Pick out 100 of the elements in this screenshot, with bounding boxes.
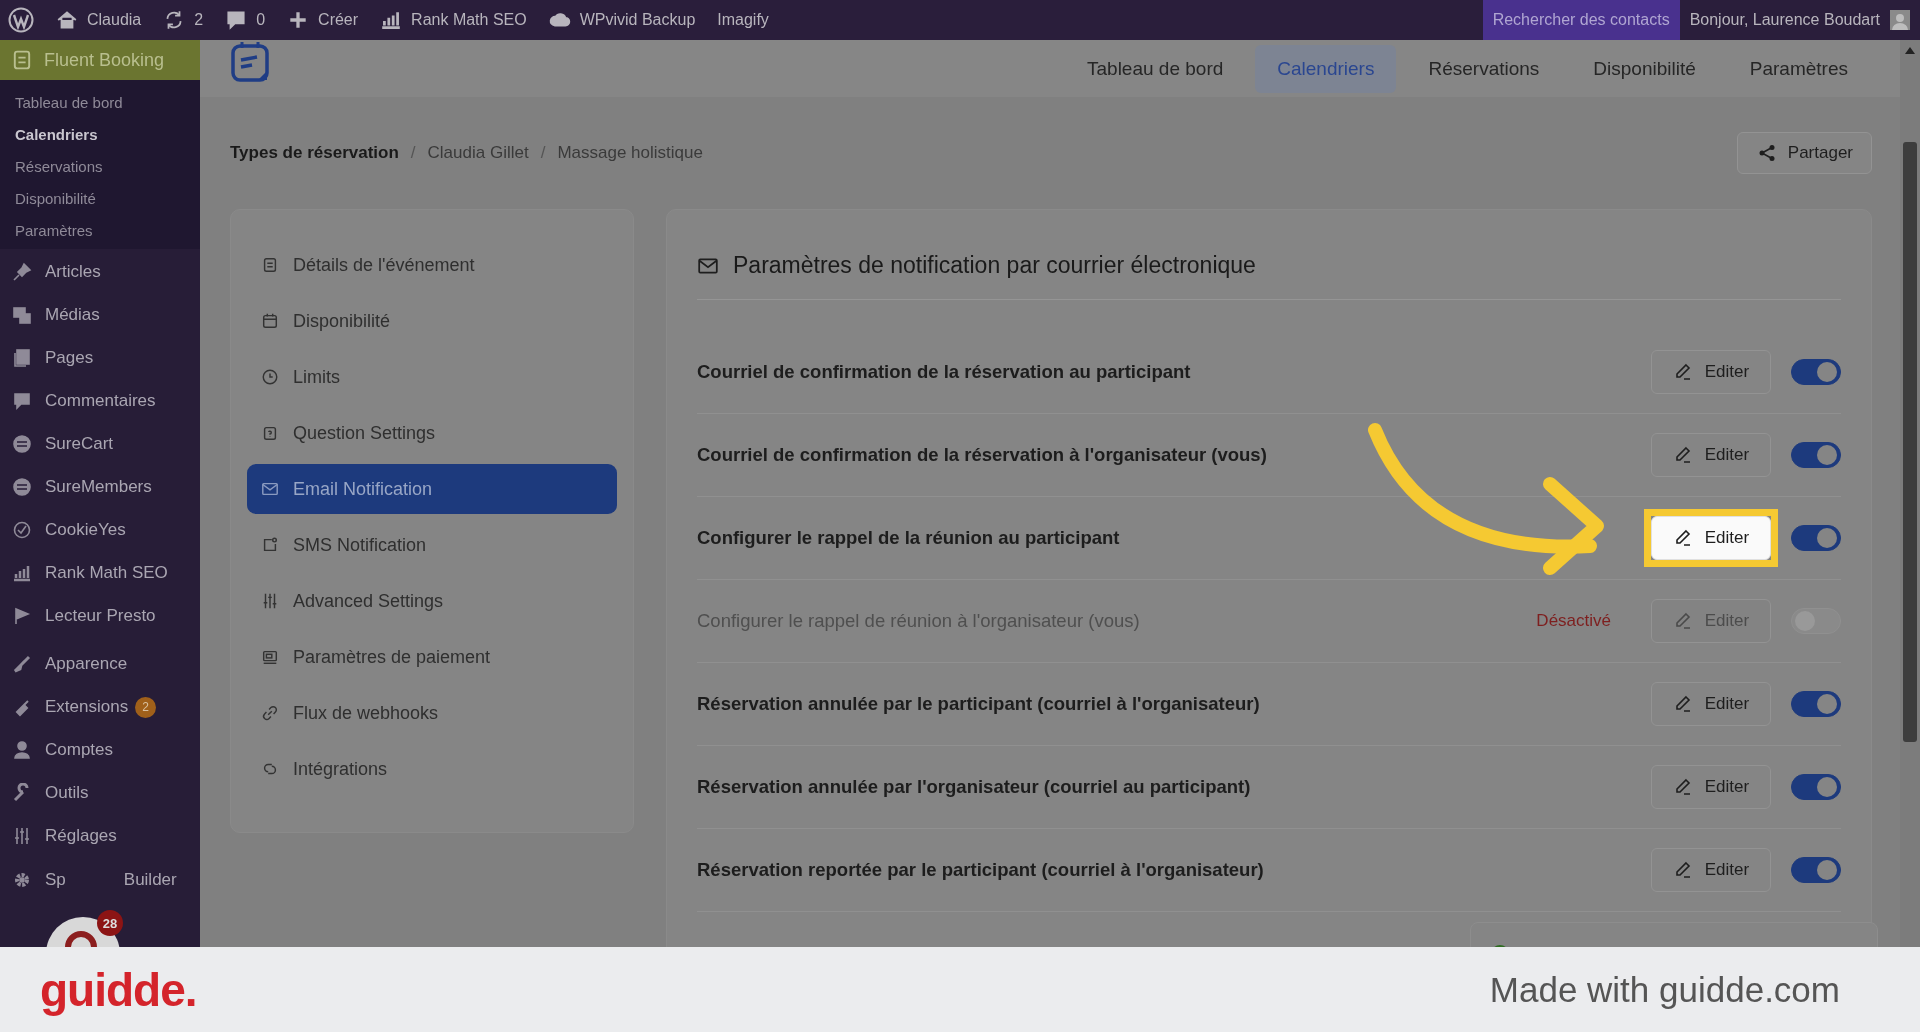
submenu-item[interactable]: Réservations [15,158,200,175]
calendar-icon [261,312,279,330]
card-icon [261,648,279,666]
notification-label: Réservation annulée par le participant (courriel à l'organisateur) [697,693,1261,715]
toggle-switch[interactable] [1791,359,1841,385]
admin-bar-link[interactable]: 2 [194,11,204,29]
plugin-menu-item[interactable]: Fluent Booking [0,40,200,80]
comment-icon [225,9,248,31]
footer-tagline: Made with guidde.com [1489,969,1840,1010]
menu-item-fragment[interactable]: Builder [123,870,177,890]
brand-logo: guidde. [40,962,197,1017]
notification-label: Courriel de confirmation de la réservation au participant [697,361,1192,383]
stripes-circle-icon [12,477,32,497]
breadcrumb-link[interactable]: Claudia Gillet [427,143,529,163]
notification-label: Courriel de confirmation de la réservation à l'organisateur (vous) [697,444,1268,466]
photo-icon [12,305,32,325]
submenu-item[interactable]: Calendriers [15,126,200,143]
settings-menu-item[interactable]: SMS Notification [247,520,617,570]
settings-menu-item[interactable]: Détails de l'événement [247,240,617,290]
settings-menu-item[interactable]: Disponibilité [247,296,617,346]
scroll-up-arrow-icon[interactable] [1905,46,1915,54]
menu-item[interactable]: SureMembers [45,477,152,497]
settings-menu-item[interactable]: Paramètres de paiement [247,632,617,682]
toggle-switch[interactable] [1791,774,1841,800]
person-icon [12,740,32,760]
share-icon [1757,144,1776,162]
phone-icon [261,536,279,554]
flag-icon [12,606,32,626]
menu-item[interactable]: Lecteur Presto [45,606,156,626]
menu-item[interactable]: Comptes [45,740,114,760]
toggle-switch[interactable] [1791,525,1841,551]
toggle-switch[interactable] [1791,442,1841,468]
avatar-icon[interactable] [1890,10,1910,30]
check-circle-icon [12,520,32,540]
breadcrumb-link[interactable]: Massage holistique [557,143,703,163]
nav-tab[interactable]: Tableau de bord [1065,44,1246,93]
edit-button[interactable]: Editer [1651,433,1771,477]
admin-bar-link[interactable]: 0 [256,11,266,29]
section-title: Paramètres de notification par courrier électronique [733,252,1256,279]
chart-icon [380,9,403,31]
pages-icon [12,348,32,368]
admin-bar-link[interactable]: Rank Math SEO [411,11,527,29]
notification-badge: 28 [97,910,123,936]
wordpress-logo-icon[interactable] [8,7,34,33]
admin-bar-link[interactable]: Claudia [87,11,142,29]
menu-item[interactable]: Médias [45,305,100,325]
menu-item[interactable]: Articles [45,262,101,282]
comment-icon [12,391,32,411]
menu-item[interactable]: Réglages [45,826,117,846]
breadcrumb-separator: / [540,143,546,163]
brush-icon [12,654,32,674]
share-button[interactable]: Partager [1736,132,1872,174]
menu-item[interactable]: CookieYes [45,520,126,540]
edit-button[interactable]: Editer [1651,682,1771,726]
menu-item[interactable]: Outils [45,783,89,803]
admin-bar-link[interactable]: Créer [318,11,359,29]
edit-button[interactable]: Editer [1651,350,1771,394]
edit-button[interactable]: Editer [1651,516,1771,560]
menu-item[interactable]: Apparence [45,654,128,674]
count-badge: 2 [135,696,157,718]
settings-menu-item[interactable]: Advanced Settings [247,576,617,626]
breadcrumb-separator: / [410,143,416,163]
scrollbar-thumb[interactable] [1903,142,1917,742]
notification-label: Réservation reportée par le participant (courriel à l'organisateur) [697,859,1265,881]
submenu-item[interactable]: Tableau de bord [15,94,200,111]
menu-item[interactable]: Commentaires [45,391,156,411]
clock-icon [261,368,279,386]
submenu-item[interactable]: Paramètres [15,222,200,239]
settings-menu-item[interactable]: Limits [247,352,617,402]
toggle-switch[interactable] [1791,691,1841,717]
settings-menu-item[interactable]: Email Notification [247,464,617,514]
menu-item-fragment[interactable]: Sp [45,870,66,890]
home-icon [56,9,78,31]
toggle-switch[interactable] [1791,857,1841,883]
nav-tab[interactable]: Paramètres [1727,44,1870,93]
nav-tab[interactable]: Disponibilité [1571,44,1718,93]
notification-label: Réservation annulée par l'organisateur (courriel au participant) [697,776,1252,798]
scrollbar[interactable] [1900,40,1920,947]
contacts-search-link[interactable]: Rechercher des contacts [1482,0,1680,40]
menu-item[interactable]: Extensions [45,697,129,717]
sliders-icon [261,592,279,610]
edit-button[interactable]: Editer [1651,765,1771,809]
nav-tab[interactable]: Réservations [1406,44,1562,93]
status-text: Désactivé [1536,611,1611,631]
settings-menu-item[interactable]: Intégrations [247,744,617,794]
calendar-logo-icon[interactable] [230,40,270,84]
submenu-item[interactable]: Disponibilité [15,190,200,207]
admin-bar-link[interactable]: WPvivid Backup [579,11,696,29]
settings-menu-item[interactable]: Flux de webhooks [247,688,617,738]
chart-icon [12,563,32,583]
menu-item[interactable]: Rank Math SEO [45,563,168,583]
settings-menu-item[interactable]: Question Settings [247,408,617,458]
breadcrumb-link[interactable]: Types de réservation [230,143,399,163]
menu-item[interactable]: SureCart [45,434,114,454]
greeting-link[interactable]: Bonjour, Laurence Boudart [1679,11,1890,29]
notification-label: Configurer le rappel de la réunion au participant [697,527,1121,549]
menu-item[interactable]: Pages [45,348,94,368]
admin-bar-link[interactable]: Imagify [717,11,769,29]
edit-button[interactable]: Editer [1651,848,1771,892]
document-icon [261,256,279,274]
